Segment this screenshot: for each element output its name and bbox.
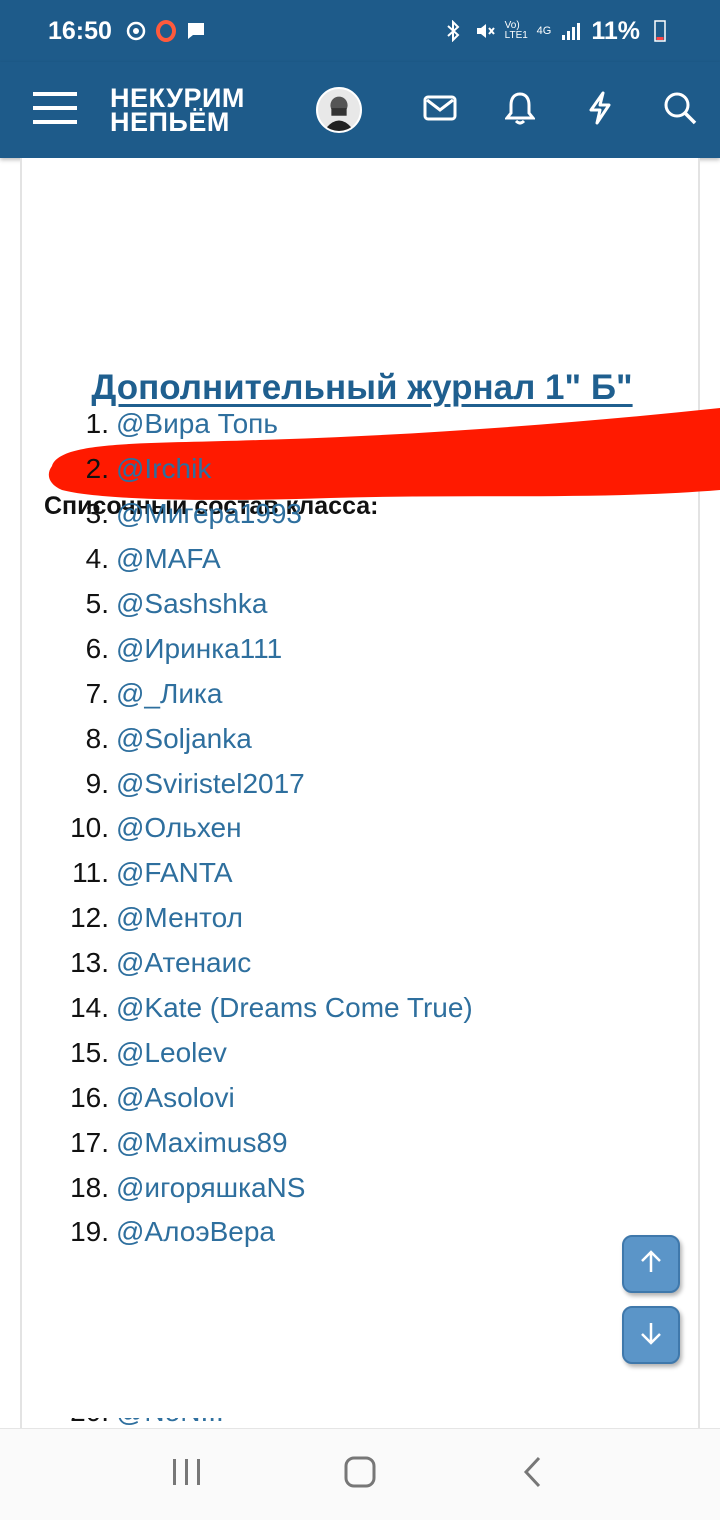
user-mention-link[interactable]: @Иринка111 [116, 633, 282, 665]
user-mention-link[interactable]: @Атенаис [116, 947, 251, 979]
scroll-top-button[interactable] [622, 1235, 680, 1293]
site-logo[interactable]: НЕКУРИМ НЕПЬЁМ [110, 85, 300, 137]
user-mention-link[interactable]: @АлоэВера [116, 1216, 275, 1248]
list-item: 12. @Ментол [20, 896, 660, 941]
list-item: 7. @_Лика [20, 671, 660, 716]
logo-line-2: НЕПЬЁМ [110, 107, 230, 137]
battery-icon [648, 19, 672, 43]
user-mention-link[interactable]: @Asolovi [116, 1082, 235, 1114]
whats-new-button[interactable] [560, 62, 640, 158]
user-mention-link[interactable]: @Kate (Dreams Come True) [116, 992, 473, 1024]
user-mention-link[interactable]: @Maximus89 [116, 1127, 288, 1159]
back-button[interactable] [503, 1445, 563, 1505]
list-number: 19. [70, 1216, 109, 1248]
list-number: 12. [70, 902, 109, 934]
list-item: 13. @Атенаис [20, 941, 660, 986]
sync-icon [124, 19, 148, 43]
list-item: 15. @Leolev [20, 1030, 660, 1075]
list-item: 14. @Kate (Dreams Come True) [20, 986, 660, 1031]
list-number: 13. [70, 947, 109, 979]
mute-icon [473, 19, 497, 43]
app-header: НЕКУРИМ НЕПЬЁМ [0, 62, 720, 158]
list-number: 1. [85, 408, 109, 440]
list-number: 17. [70, 1126, 109, 1158]
user-mention-link[interactable]: @Вира Топь [116, 408, 278, 440]
list-item: 4. @MAFA [20, 537, 660, 582]
status-time: 16:50 [48, 16, 112, 45]
status-bar: 16:50 Vo) LTE1 4G 11% [0, 0, 720, 62]
opera-icon [154, 19, 178, 43]
system-nav-bar [0, 1428, 720, 1520]
list-number: 7. [85, 677, 109, 709]
list-number: 16. [70, 1081, 109, 1113]
list-number: 9. [85, 767, 109, 799]
notification-icons [124, 19, 208, 43]
recents-button[interactable] [157, 1445, 217, 1505]
back-icon [521, 1455, 545, 1494]
user-mention-link[interactable]: @Leolev [116, 1037, 227, 1069]
lightning-icon [587, 91, 613, 130]
list-item: 18. @игоряшкаNS [20, 1165, 660, 1210]
home-icon [343, 1455, 377, 1494]
signal-icon [559, 19, 583, 43]
inbox-button[interactable] [400, 62, 480, 158]
search-button[interactable] [640, 62, 720, 158]
list-item: 2. @Irchik [20, 447, 660, 492]
list-number: 18. [70, 1171, 109, 1203]
list-item: 11. @FANTA [20, 851, 660, 896]
list-number: 14. [70, 992, 109, 1024]
volte-label: Vo) LTE1 [504, 20, 528, 41]
list-item: 10. @Ольхен [20, 806, 660, 851]
user-mention-link[interactable]: @Soljanka [116, 723, 252, 755]
bluetooth-icon [441, 19, 465, 43]
user-mention-link[interactable]: @Irchik [116, 453, 211, 485]
home-button[interactable] [330, 1445, 390, 1505]
menu-button[interactable] [0, 62, 110, 158]
arrow-up-icon [638, 1249, 664, 1280]
list-item: 5. @Sashshka [20, 582, 660, 627]
list-number: 15. [70, 1036, 109, 1068]
network-label: 4G [536, 25, 552, 37]
list-item: 8. @Soljanka [20, 716, 660, 761]
user-mention-link[interactable]: @Ольхен [116, 812, 242, 844]
user-mention-link[interactable]: @_Лика [116, 678, 222, 710]
member-list: 1. @Вира Топь 2. @Irchik 3. @Мигера1993 4. @MAF… [20, 402, 660, 1255]
user-mention-link[interactable]: @игоряшкаNS [116, 1172, 305, 1204]
list-item: 19. @АлоэВера [20, 1210, 660, 1255]
list-item: 1. @Вира Топь [20, 402, 660, 447]
user-mention-link[interactable]: @MAFA [116, 543, 221, 575]
list-item: 9. @Sviristel2017 [20, 761, 660, 806]
list-item: 6. @Иринка111 [20, 626, 660, 671]
list-item: 3. @Мигера1993 [20, 492, 660, 537]
list-number: 3. [85, 498, 109, 530]
list-number: 11. [72, 857, 109, 889]
hamburger-icon [33, 90, 77, 131]
search-icon [663, 91, 697, 130]
battery-percent: 11% [591, 16, 640, 45]
envelope-icon [423, 95, 457, 126]
user-mention-link[interactable]: @Sviristel2017 [116, 768, 305, 800]
user-mention-link[interactable]: @Ментол [116, 902, 243, 934]
user-mention-link[interactable]: @FANTA [116, 857, 233, 889]
list-item: 17. @Maximus89 [20, 1120, 660, 1165]
recents-icon [171, 1457, 203, 1492]
scroll-bottom-button[interactable] [622, 1306, 680, 1364]
list-item: 16. @Asolovi [20, 1075, 660, 1120]
system-status: Vo) LTE1 4G 11% [441, 17, 672, 46]
user-mention-link[interactable]: @Мигера1993 [116, 498, 302, 530]
avatar[interactable] [316, 87, 362, 133]
arrow-down-icon [638, 1320, 664, 1351]
notifications-button[interactable] [480, 62, 560, 158]
user-mention-link[interactable]: @Sashshka [116, 588, 267, 620]
message-icon [184, 19, 208, 43]
list-number: 6. [85, 632, 109, 664]
list-number: 5. [85, 588, 109, 619]
list-number: 2. [85, 453, 109, 485]
list-number: 4. [85, 543, 109, 575]
list-number: 10. [70, 812, 109, 844]
bell-icon [503, 91, 537, 130]
list-number: 8. [85, 722, 109, 754]
